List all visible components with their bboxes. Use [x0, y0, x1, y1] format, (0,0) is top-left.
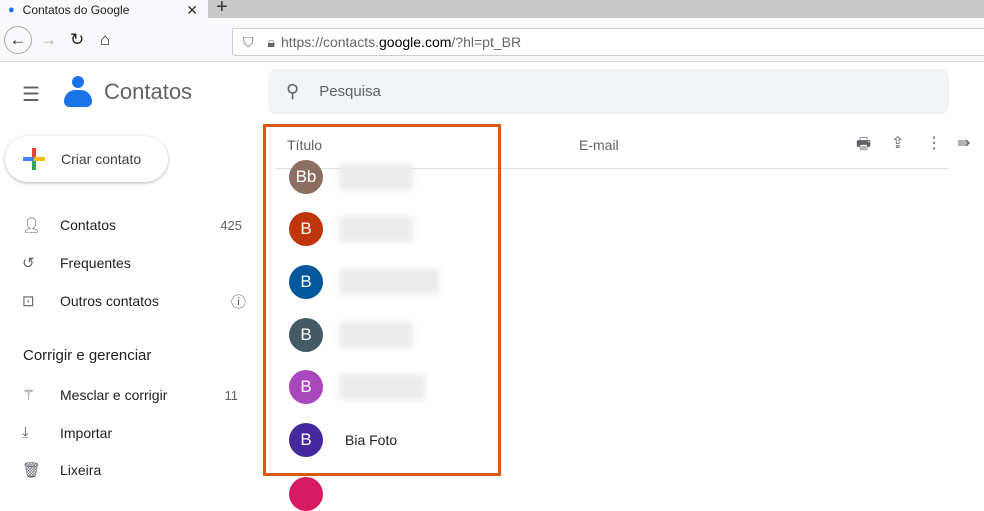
count: 11	[224, 387, 239, 403]
label: Importar	[60, 424, 113, 441]
sidebar-item-contacts[interactable]: 👤︎ Contatos 425	[22, 216, 242, 234]
label: Frequentes	[60, 255, 131, 271]
browser-tab[interactable]: ● Contatos do Google ✕	[0, 0, 208, 20]
history-icon: ↺	[22, 255, 35, 272]
plus-icon	[23, 148, 45, 170]
label: Contatos	[60, 217, 117, 233]
app-title: Contatos	[104, 79, 193, 104]
label: Lixeira	[60, 462, 102, 478]
person-icon: 👤︎	[22, 217, 42, 234]
back-button[interactable]: ←	[4, 26, 32, 54]
more-icon[interactable]: ⋮	[926, 133, 942, 153]
sidebar-item-frequent[interactable]: ↺ Frequentes	[22, 254, 242, 272]
reload-button[interactable]: ↻	[70, 30, 84, 50]
new-tab-button[interactable]: +	[216, 0, 228, 19]
print-icon[interactable]: 🖶	[856, 133, 871, 160]
url-domain: google.com	[379, 34, 452, 50]
highlight-box	[263, 124, 501, 476]
app-header: ☰ Contatos ⚲ Pesquisa	[0, 62, 984, 122]
column-toggle-icon[interactable]: ⇛	[957, 133, 970, 153]
create-contact-button[interactable]: Criar contato	[5, 136, 168, 182]
nav-bar: ← → ↻ ⌂ ⛉ 🔒︎ https://contacts. google.com/?…	[0, 20, 984, 62]
close-icon[interactable]: ✕	[186, 2, 198, 19]
label: Outros contatos	[60, 293, 159, 309]
forward-button[interactable]: →	[40, 30, 57, 50]
search-icon: ⚲	[286, 81, 300, 101]
column-email[interactable]: E-mail	[579, 137, 619, 153]
menu-icon[interactable]: ☰	[22, 82, 40, 107]
tab-title: Contatos do Google	[22, 3, 130, 17]
sidebar-item-merge[interactable]: ⚚ Mesclar e corrigir 11	[22, 386, 242, 404]
avatar	[289, 477, 323, 511]
sidebar-item-other-contacts[interactable]: ⊡ Outros contatos ⓘ	[22, 292, 246, 311]
address-bar[interactable]: ⛉ 🔒︎ https://contacts. google.com/?hl=pt_BR	[232, 28, 984, 56]
shield-icon: ⛉	[243, 33, 254, 50]
magic-wand-icon: ⚚	[22, 387, 36, 404]
search-placeholder: Pesquisa	[319, 83, 381, 100]
sidebar-item-import[interactable]: ⤓ Importar	[22, 424, 242, 441]
create-contact-label: Criar contato	[61, 151, 142, 167]
trash-icon: 🗑︎	[22, 462, 42, 479]
url-prefix: https://contacts.	[280, 34, 380, 50]
export-icon[interactable]: ⇪	[891, 133, 904, 153]
contacts-logo	[64, 76, 92, 108]
count: 425	[220, 217, 242, 233]
sidebar-item-trash[interactable]: 🗑︎ Lixeira	[22, 461, 242, 479]
section-heading: Corrigir e gerenciar	[23, 347, 152, 364]
label: Mesclar e corrigir	[60, 387, 168, 403]
person-icon: ●	[8, 4, 15, 16]
lock-icon: 🔒︎	[267, 33, 275, 50]
info-icon[interactable]: ⓘ	[231, 291, 246, 312]
archive-icon: ⊡	[22, 293, 35, 310]
download-icon: ⤓	[22, 424, 29, 441]
home-button[interactable]: ⌂	[100, 30, 110, 50]
search-input[interactable]: ⚲ Pesquisa	[268, 69, 949, 114]
url-suffix: /?hl=pt_BR	[451, 34, 522, 50]
